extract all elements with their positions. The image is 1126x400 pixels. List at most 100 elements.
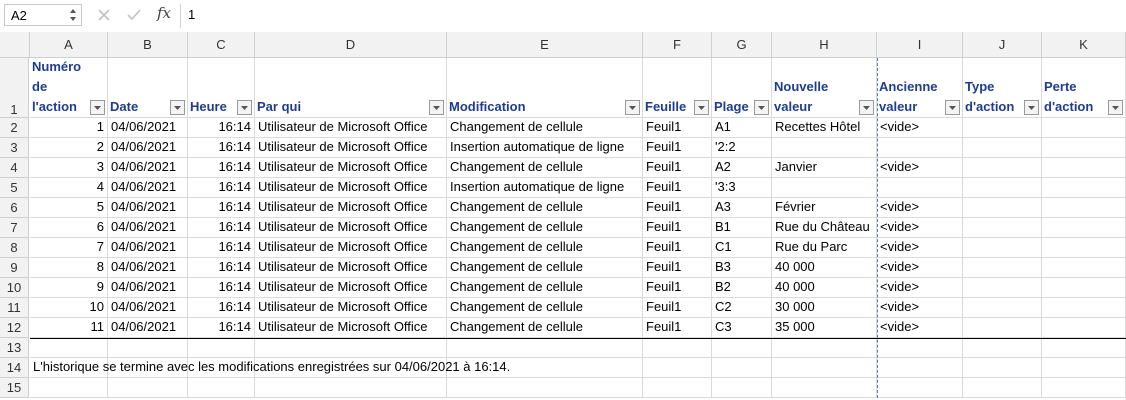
cell-e3[interactable]: Insertion automatique de ligne (447, 138, 643, 158)
cell-j4[interactable] (963, 158, 1042, 178)
header-cell-e[interactable]: Modification (447, 58, 643, 118)
cell-c15[interactable] (188, 378, 255, 398)
cell-d5[interactable]: Utilisateur de Microsoft Office (255, 178, 447, 198)
header-cell-h[interactable]: Nouvelle valeur (772, 58, 877, 118)
cell-f11[interactable]: Feuil1 (643, 298, 712, 318)
cell-c9[interactable]: 16:14 (188, 258, 255, 278)
cell-e6[interactable]: Changement de cellule (447, 198, 643, 218)
header-cell-c[interactable]: Heure (188, 58, 255, 118)
cell-h3[interactable] (772, 138, 877, 158)
cell-g10[interactable]: B2 (712, 278, 772, 298)
cell-f7[interactable]: Feuil1 (643, 218, 712, 238)
cell-f9[interactable]: Feuil1 (643, 258, 712, 278)
cell-j13[interactable] (963, 338, 1042, 358)
filter-dropdown-icon[interactable] (945, 100, 960, 115)
cell-g4[interactable]: A2 (712, 158, 772, 178)
cell-k4[interactable] (1042, 158, 1126, 178)
cell-k13[interactable] (1042, 338, 1126, 358)
cell-f8[interactable]: Feuil1 (643, 238, 712, 258)
header-cell-j[interactable]: Type d'action (963, 58, 1042, 118)
cell-a11[interactable]: 10 (30, 298, 108, 318)
cell-f3[interactable]: Feuil1 (643, 138, 712, 158)
cell-e11[interactable]: Changement de cellule (447, 298, 643, 318)
cell-d2[interactable]: Utilisateur de Microsoft Office (255, 118, 447, 138)
row-header-2[interactable]: 2 (0, 118, 29, 138)
row-header-14[interactable]: 14 (0, 358, 29, 378)
cell-b4[interactable]: 04/06/2021 (108, 158, 188, 178)
cell-a12[interactable]: 11 (30, 318, 108, 338)
cell-c10[interactable]: 16:14 (188, 278, 255, 298)
cell-d7[interactable]: Utilisateur de Microsoft Office (255, 218, 447, 238)
filter-dropdown-icon[interactable] (1024, 100, 1039, 115)
cell-g3[interactable]: '2:2 (712, 138, 772, 158)
cell-i10[interactable]: <vide> (877, 278, 963, 298)
cell-e5[interactable]: Insertion automatique de ligne (447, 178, 643, 198)
cell-b13[interactable] (108, 338, 188, 358)
cell-e8[interactable]: Changement de cellule (447, 238, 643, 258)
cell-c8[interactable]: 16:14 (188, 238, 255, 258)
cell-d11[interactable]: Utilisateur de Microsoft Office (255, 298, 447, 318)
row-header-5[interactable]: 5 (0, 178, 29, 198)
cell-b7[interactable]: 04/06/2021 (108, 218, 188, 238)
cell-h4[interactable]: Janvier (772, 158, 877, 178)
filter-dropdown-icon[interactable] (429, 100, 444, 115)
cell-j5[interactable] (963, 178, 1042, 198)
formula-input[interactable]: 1 (188, 7, 195, 22)
cell-f5[interactable]: Feuil1 (643, 178, 712, 198)
cell-f10[interactable]: Feuil1 (643, 278, 712, 298)
column-header-h[interactable]: H (772, 32, 877, 58)
cell-c5[interactable]: 16:14 (188, 178, 255, 198)
cell-b10[interactable]: 04/06/2021 (108, 278, 188, 298)
cell-h5[interactable] (772, 178, 877, 198)
cell-d4[interactable]: Utilisateur de Microsoft Office (255, 158, 447, 178)
row-header-11[interactable]: 11 (0, 298, 29, 318)
cell-i8[interactable]: <vide> (877, 238, 963, 258)
cell-h10[interactable]: 40 000 (772, 278, 877, 298)
cell-b6[interactable]: 04/06/2021 (108, 198, 188, 218)
cell-j15[interactable] (963, 378, 1042, 398)
cell-i13[interactable] (877, 338, 963, 358)
cell-k14[interactable] (1042, 358, 1126, 378)
cell-g14[interactable] (712, 358, 772, 378)
cell-g13[interactable] (712, 338, 772, 358)
row-header-13[interactable]: 13 (0, 338, 29, 358)
cell-a8[interactable]: 7 (30, 238, 108, 258)
cell-k7[interactable] (1042, 218, 1126, 238)
header-cell-i[interactable]: Ancienne valeur (877, 58, 963, 118)
cell-g15[interactable] (712, 378, 772, 398)
cancel-icon[interactable] (94, 5, 114, 25)
cell-h15[interactable] (772, 378, 877, 398)
cell-i14[interactable] (877, 358, 963, 378)
name-box-stepper-icon[interactable] (69, 6, 77, 24)
cell-i11[interactable]: <vide> (877, 298, 963, 318)
cell-e7[interactable]: Changement de cellule (447, 218, 643, 238)
column-header-a[interactable]: A (30, 32, 108, 58)
cell-c3[interactable]: 16:14 (188, 138, 255, 158)
cell-d12[interactable]: Utilisateur de Microsoft Office (255, 318, 447, 338)
cell-c13[interactable] (188, 338, 255, 358)
cell-e15[interactable] (447, 378, 643, 398)
cell-h2[interactable]: Recettes Hôtel (772, 118, 877, 138)
cell-d6[interactable]: Utilisateur de Microsoft Office (255, 198, 447, 218)
cell-i2[interactable]: <vide> (877, 118, 963, 138)
cell-h13[interactable] (772, 338, 877, 358)
cell-f13[interactable] (643, 338, 712, 358)
cell-k11[interactable] (1042, 298, 1126, 318)
row-header-9[interactable]: 9 (0, 258, 29, 278)
filter-dropdown-icon[interactable] (694, 100, 709, 115)
column-header-g[interactable]: G (712, 32, 772, 58)
cell-j3[interactable] (963, 138, 1042, 158)
cell-k6[interactable] (1042, 198, 1126, 218)
cell-b12[interactable]: 04/06/2021 (108, 318, 188, 338)
header-cell-d[interactable]: Par qui (255, 58, 447, 118)
cell-k8[interactable] (1042, 238, 1126, 258)
cell-a6[interactable]: 5 (30, 198, 108, 218)
cell-k9[interactable] (1042, 258, 1126, 278)
header-cell-g[interactable]: Plage (712, 58, 772, 118)
cell-e4[interactable]: Changement de cellule (447, 158, 643, 178)
cell-i4[interactable]: <vide> (877, 158, 963, 178)
cell-j10[interactable] (963, 278, 1042, 298)
cell-b5[interactable]: 04/06/2021 (108, 178, 188, 198)
cell-k12[interactable] (1042, 318, 1126, 338)
cell-i3[interactable] (877, 138, 963, 158)
